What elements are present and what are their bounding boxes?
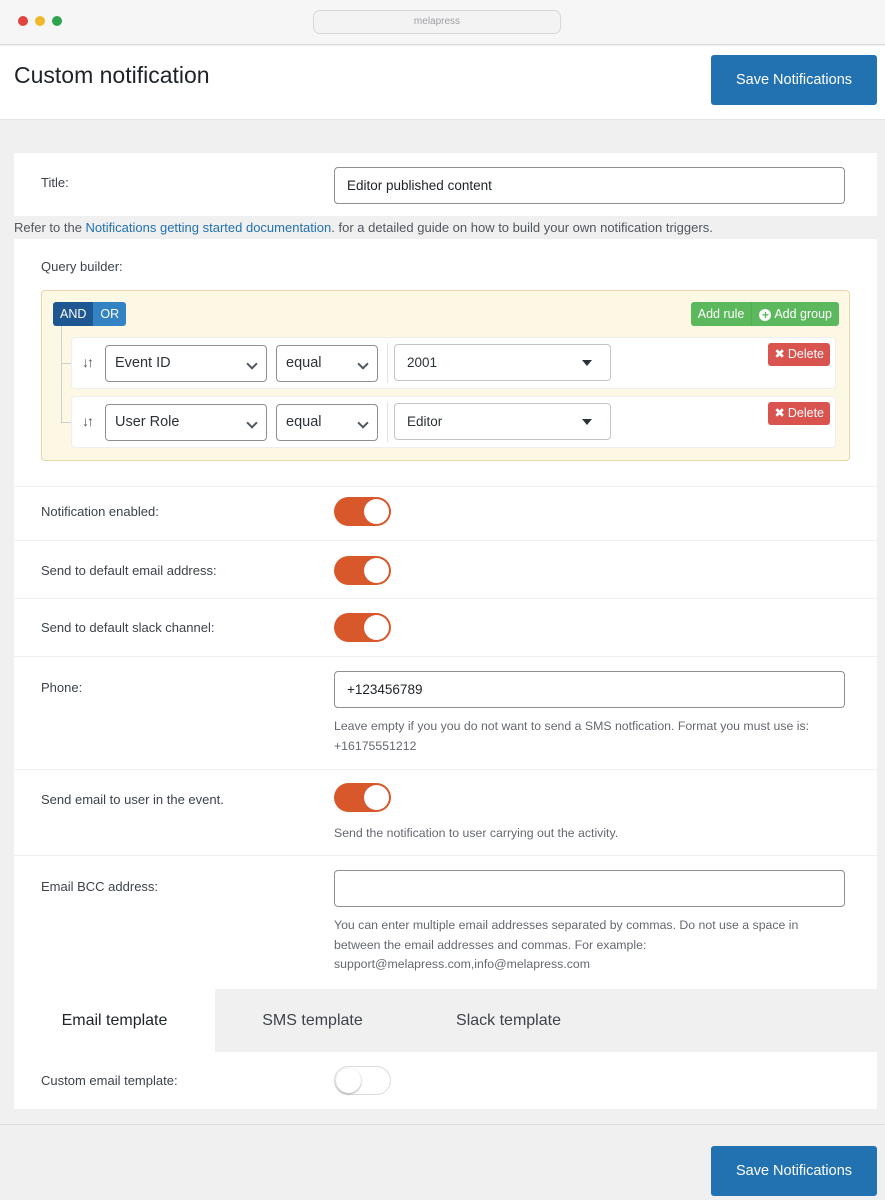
rule-operator-value: equal [286,355,322,371]
sort-arrows-icon[interactable]: ↓↑ [82,413,94,429]
notification-enabled-row: Notification enabled: [14,483,877,541]
toggle-knob [364,785,389,810]
notification-form: Title: Editor published content Query bu… [14,153,877,1109]
close-window-button[interactable] [18,16,28,26]
rule-field-value: User Role [115,414,180,430]
documentation-link[interactable]: Notifications getting started documentat… [86,220,332,235]
close-icon: ✖ [774,347,785,361]
address-bar[interactable]: melapress [313,10,561,34]
rule-value: Editor [407,414,443,429]
tab-sms-template[interactable]: SMS template [215,989,410,1052]
phone-row: Phone: +123456789 Leave empty if you you… [14,657,877,770]
divider [387,343,388,383]
browser-chrome: melapress [0,0,885,45]
documentation-note: Refer to the Notifications getting start… [0,217,885,239]
chevron-down-icon [246,417,258,429]
email-user-label: Send email to user in the event. [41,792,224,807]
rule-value-select[interactable]: 2001 [394,344,611,381]
rule-operator-select[interactable]: equal [276,404,378,441]
chevron-down-icon [357,358,369,370]
rule-field-select[interactable]: Event ID [105,345,267,382]
query-builder: AND OR Add rule + Add group ↓↑ Event ID e… [41,290,850,461]
email-user-help-text: Send the notification to user carrying o… [334,826,619,840]
page-title: Custom notification [14,62,210,88]
phone-input[interactable]: +123456789 [334,671,845,708]
maximize-window-button[interactable] [52,16,62,26]
phone-help-text: Leave empty if you you do not want to se… [334,719,810,753]
tree-branch [61,422,71,423]
add-rule-button[interactable]: Add rule [690,302,752,326]
default-email-toggle[interactable] [334,556,391,585]
bcc-input[interactable] [334,870,845,907]
rule-row: ↓↑ Event ID equal 2001 ✖ Delete [71,337,836,389]
query-builder-row: Query builder: AND OR Add rule + Add grou… [14,239,877,487]
divider [387,402,388,442]
bcc-help-text: You can enter multiple email addresses s… [334,918,799,971]
refer-suffix: . for a detailed guide on how to build y… [331,220,713,235]
caret-down-icon [582,360,592,366]
custom-template-row: Custom email template: [14,1052,877,1109]
title-input[interactable]: Editor published content [334,167,845,204]
sort-arrows-icon[interactable]: ↓↑ [82,354,94,370]
tree-line [61,326,62,422]
rule-field-value: Event ID [115,355,171,371]
refer-prefix: Refer to the [14,220,86,235]
rule-field-select[interactable]: User Role [105,404,267,441]
email-user-toggle[interactable] [334,783,391,812]
default-email-row: Send to default email address: [14,541,877,599]
query-builder-label: Query builder: [41,259,123,274]
toggle-knob [364,499,389,524]
tab-slack-template[interactable]: Slack template [410,989,607,1052]
notification-enabled-label: Notification enabled: [41,504,159,519]
plus-circle-icon: + [759,309,772,321]
caret-down-icon [582,419,592,425]
rule-operator-select[interactable]: equal [276,345,378,382]
toggle-knob [364,558,389,583]
rule-value: 2001 [407,355,438,370]
default-slack-row: Send to default slack channel: [14,599,877,657]
delete-label: Delete [787,406,824,420]
delete-label: Delete [787,347,824,361]
save-notifications-bottom-button[interactable]: Save Notifications [711,1146,877,1196]
add-group-label: Add group [774,307,832,321]
custom-template-label: Custom email template: [41,1073,178,1088]
default-slack-toggle[interactable] [334,613,391,642]
add-buttons: Add rule + Add group [690,302,839,326]
chevron-down-icon [246,358,258,370]
or-button[interactable]: OR [93,302,127,326]
default-email-label: Send to default email address: [41,563,217,578]
template-tabs: Email template SMS template Slack templa… [14,989,877,1052]
toggle-knob [336,1068,361,1093]
bcc-row: Email BCC address: You can enter multipl… [14,856,877,989]
condition-toggle: AND OR [53,302,127,326]
close-icon: ✖ [774,406,785,420]
notification-enabled-toggle[interactable] [334,497,391,526]
rule-operator-value: equal [286,414,322,430]
tree-branch [61,363,71,364]
phone-label: Phone: [41,680,83,695]
title-row: Title: Editor published content [14,153,877,217]
email-user-row: Send email to user in the event. Send th… [14,770,877,856]
page-header: Custom notification Save Notifications [0,46,885,120]
rule-value-select[interactable]: Editor [394,403,611,440]
footer-divider [0,1124,885,1125]
chevron-down-icon [357,417,369,429]
add-group-button[interactable]: + Add group [751,302,839,326]
default-slack-label: Send to default slack channel: [41,620,215,635]
rule-row: ↓↑ User Role equal Editor ✖ Delete [71,396,836,448]
tab-email-template[interactable]: Email template [14,989,215,1052]
delete-rule-button[interactable]: ✖ Delete [768,343,830,366]
custom-template-toggle[interactable] [334,1066,391,1095]
title-label: Title: [41,175,69,190]
bcc-label: Email BCC address: [41,879,159,894]
and-button[interactable]: AND [53,302,94,326]
save-notifications-button[interactable]: Save Notifications [711,55,877,105]
minimize-window-button[interactable] [35,16,45,26]
delete-rule-button[interactable]: ✖ Delete [768,402,830,425]
toggle-knob [364,615,389,640]
